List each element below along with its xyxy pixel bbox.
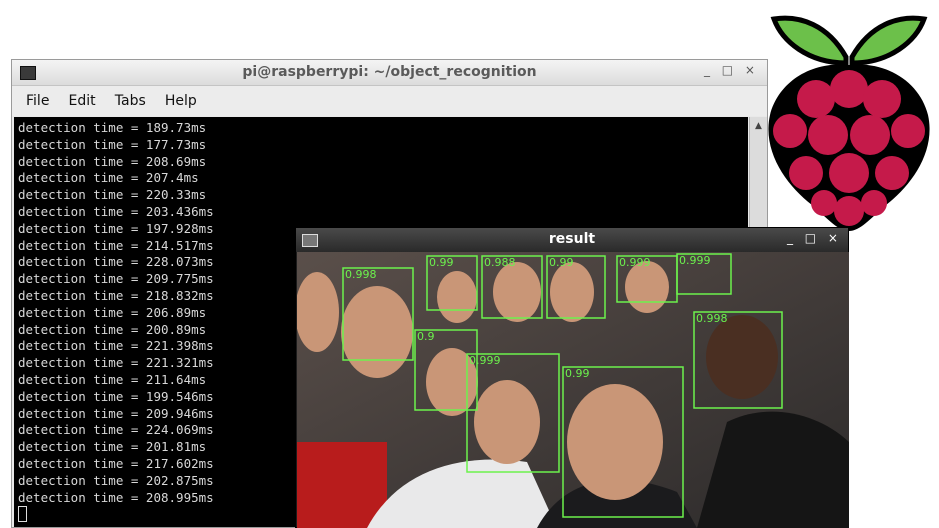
terminal-line: detection time = 214.517ms xyxy=(18,237,214,253)
terminal-cursor xyxy=(18,506,27,523)
raspberry-pi-logo xyxy=(768,15,930,231)
terminal-line: detection time = 221.321ms xyxy=(18,355,214,371)
terminal-line: detection time = 209.946ms xyxy=(18,405,214,421)
terminal-line: detection time = 228.073ms xyxy=(18,254,214,270)
terminal-line: detection time = 209.775ms xyxy=(18,271,214,287)
detection-label: 0.9 xyxy=(417,330,435,343)
group-photo: 0.998 0.9 0.999 0.99 0.988 0.99 0.99 0.9… xyxy=(297,252,849,528)
terminal-line: detection time = 208.995ms xyxy=(18,489,214,505)
terminal-line: detection time = 221.398ms xyxy=(18,338,214,354)
menu-tabs[interactable]: Tabs xyxy=(115,93,146,109)
result-window: result _ □ × 0.998 0.9 0.999 0.99 0.988 … xyxy=(295,227,849,528)
detection-label: 0.998 xyxy=(345,268,377,281)
terminal-line: detection time = 218.832ms xyxy=(18,287,214,303)
menu-bar: File Edit Tabs Help xyxy=(12,86,767,116)
terminal-titlebar[interactable]: pi@raspberrypi: ~/object_recognition _ □… xyxy=(12,60,767,86)
terminal-line: detection time = 220.33ms xyxy=(18,187,207,203)
detection-label: 0.988 xyxy=(484,256,516,269)
leaf-icon xyxy=(770,15,928,66)
result-title: result xyxy=(548,231,596,247)
detection-label: 0.999 xyxy=(469,354,501,367)
terminal-line: detection time = 177.73ms xyxy=(18,136,207,152)
terminal-line: detection time = 201.81ms xyxy=(18,439,207,455)
face-right xyxy=(706,315,778,399)
terminal-line: detection time = 208.69ms xyxy=(18,153,207,169)
terminal-title: pi@raspberrypi: ~/object_recognition xyxy=(242,64,537,80)
terminal-line: detection time = 203.436ms xyxy=(18,203,214,219)
berry-icon xyxy=(768,64,930,231)
menu-file[interactable]: File xyxy=(26,93,49,109)
terminal-line: detection time = 197.928ms xyxy=(18,220,214,236)
detection-label: 0.998 xyxy=(696,312,728,325)
terminal-line: detection time = 206.89ms xyxy=(18,304,207,320)
detection-label: 0.99 xyxy=(549,256,574,269)
terminal-line: detection time = 217.602ms xyxy=(18,455,214,471)
detection-label: 0.99 xyxy=(565,367,590,380)
detection-label: 0.999 xyxy=(679,254,711,267)
detection-label: 0.99 xyxy=(429,256,454,269)
red-dress xyxy=(297,442,387,528)
terminal-line: detection time = 200.89ms xyxy=(18,321,207,337)
menu-edit[interactable]: Edit xyxy=(69,93,96,109)
window-controls[interactable]: _ □ × xyxy=(704,63,759,77)
terminal-line: detection time = 207.4ms xyxy=(18,170,199,186)
detection-label: 0.999 xyxy=(619,256,651,269)
terminal-line: detection time = 199.546ms xyxy=(18,388,214,404)
terminal-line: detection time = 189.73ms xyxy=(18,120,207,135)
menu-help[interactable]: Help xyxy=(165,93,197,109)
terminal-line: detection time = 202.875ms xyxy=(18,472,214,488)
result-window-controls[interactable]: _ □ × xyxy=(787,231,842,245)
result-titlebar[interactable]: result _ □ × xyxy=(296,228,848,252)
terminal-line: detection time = 211.64ms xyxy=(18,371,207,387)
terminal-line: detection time = 224.069ms xyxy=(18,422,214,438)
